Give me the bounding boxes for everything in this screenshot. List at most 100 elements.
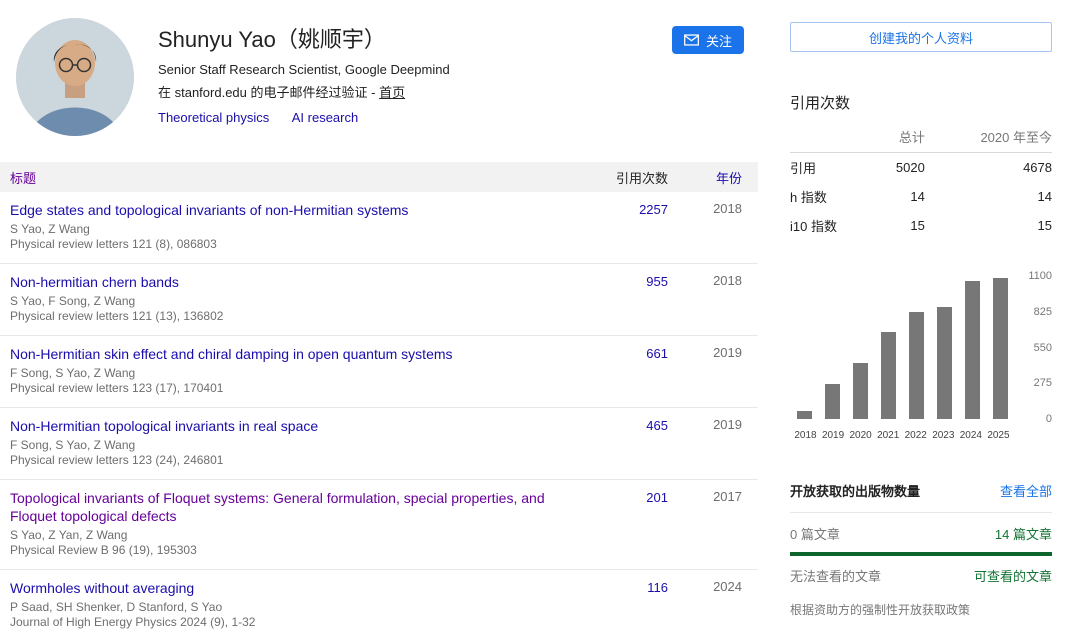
chart-bar-2023[interactable] [932,276,956,419]
article-title-link[interactable]: Non-Hermitian topological invariants in … [10,417,558,435]
article-title-link[interactable]: Non-Hermitian skin effect and chiral dam… [10,345,558,363]
view-all-link[interactable]: 查看全部 [1000,481,1052,500]
stats-i10-index-since: 15 [925,211,1052,240]
verified-email: 在 stanford.edu 的电子邮件经过验证 - 首页 [158,82,672,101]
cited-by-link[interactable]: 661 [646,346,668,361]
profile-header: Shunyu Yao（姚顺宇） Senior Staff Research Sc… [0,0,758,162]
article-year: 2017 [668,489,758,558]
cited-by-link[interactable]: 201 [646,490,668,505]
open-access-progress-fill [790,552,1052,556]
scholar-profile-page: Shunyu Yao（姚顺宇） Senior Staff Research Sc… [0,0,1080,640]
article-row: Topological invariants of Floquet system… [0,480,758,570]
articles-table-header: 标题 引用次数 年份 [0,162,758,192]
create-profile-button[interactable]: 创建我的个人资料 [790,22,1052,52]
interest-link-theoretical-physics[interactable]: Theoretical physics [158,110,269,125]
sort-by-title-header[interactable]: 标题 [0,168,558,187]
homepage-link[interactable]: 首页 [379,85,405,100]
article-authors: P Saad, SH Shenker, D Stanford, S Yao [10,600,558,615]
article-authors: F Song, S Yao, Z Wang [10,438,558,453]
cited-by-link[interactable]: 116 [647,580,668,595]
open-access-unavailable-label: 无法查看的文章 [790,566,881,585]
article-title-link[interactable]: Edge states and topological invariants o… [10,201,558,219]
stats-col-total: 总计 [873,121,924,153]
profile-affiliation: Senior Staff Research Scientist, Google … [158,62,672,77]
stats-label-h-index[interactable]: h 指数 [790,182,873,211]
chart-year-label: 2020 [847,430,874,441]
article-row: Non-Hermitian skin effect and chiral dam… [0,336,758,408]
follow-button[interactable]: 关注 [672,26,744,54]
stats-label-citations[interactable]: 引用 [790,153,873,183]
chart-bar-2024[interactable] [960,276,984,419]
stats-citations-total: 5020 [873,153,924,183]
cited-by-link[interactable]: 2257 [639,202,668,217]
profile-info: Shunyu Yao（姚顺宇） Senior Staff Research Sc… [158,18,672,136]
interests: Theoretical physics AI research [158,109,672,127]
citations-chart: 02755508251100 2018201920202021202220232… [790,276,1052,441]
citations-section-heading[interactable]: 引用次数 [790,92,1052,113]
open-access-heading: 开放获取的出版物数量 [790,481,920,500]
article-venue: Physical review letters 123 (17), 170401 [10,381,558,396]
article-authors: S Yao, Z Wang [10,222,558,237]
article-venue: Physical review letters 123 (24), 246801 [10,453,558,468]
article-venue: Physical review letters 121 (13), 136802 [10,309,558,324]
stats-h-index-since: 14 [925,182,1052,211]
chart-year-label: 2018 [792,430,819,441]
article-venue: Journal of High Energy Physics 2024 (9),… [10,615,558,630]
sort-by-year-header[interactable]: 年份 [668,168,758,187]
cited-by-link[interactable]: 465 [646,418,668,433]
chart-ytick-label: 825 [1034,306,1052,318]
stats-row-h-index: h 指数 14 14 [790,182,1052,211]
chart-yticks: 02755508251100 [1016,276,1052,419]
article-title-link[interactable]: Topological invariants of Floquet system… [10,489,558,525]
stats-empty-header [790,121,873,153]
cited-by-link[interactable]: 955 [646,274,668,289]
chart-year-label: 2025 [985,430,1012,441]
open-access-note: 根据资助方的强制性开放获取政策 [790,601,1052,618]
chart-year-label: 2023 [930,430,957,441]
sidebar: 创建我的个人资料 引用次数 总计 2020 年至今 引用 5020 4678 h… [790,0,1052,640]
article-row: Wormholes without averaging P Saad, SH S… [0,570,758,640]
interest-link-ai-research[interactable]: AI research [292,110,358,125]
open-access-section: 开放获取的出版物数量 查看全部 0 篇文章 14 篇文章 无法查看的文章 可查看… [790,481,1052,618]
chart-bar-2018[interactable] [792,276,816,419]
stats-row-citations: 引用 5020 4678 [790,153,1052,183]
article-year: 2018 [668,201,758,252]
chart-ytick-label: 550 [1034,342,1052,354]
article-year: 2018 [668,273,758,324]
chart-year-label: 2022 [902,430,929,441]
chart-xlabels: 20182019202020212022202320242025 [792,430,1012,441]
article-year: 2024 [668,579,758,630]
open-access-unavailable-count: 0 篇文章 [790,524,840,543]
article-authors: S Yao, F Song, Z Wang [10,294,558,309]
stats-citations-since: 4678 [925,153,1052,183]
article-title-link[interactable]: Wormholes without averaging [10,579,558,597]
article-row: Non-Hermitian topological invariants in … [0,408,758,480]
follow-button-label: 关注 [706,31,732,50]
chart-ytick-label: 1100 [1028,270,1052,282]
chart-bar-2022[interactable] [904,276,928,419]
chart-ytick-label: 0 [1046,413,1052,425]
sort-by-citations-header: 引用次数 [558,168,668,187]
avatar[interactable] [16,18,134,136]
chart-bar-2025[interactable] [988,276,1012,419]
open-access-available-count: 14 篇文章 [995,524,1052,543]
stats-row-i10-index: i10 指数 15 15 [790,211,1052,240]
article-venue: Physical review letters 121 (8), 086803 [10,237,558,252]
stats-col-since: 2020 年至今 [925,121,1052,153]
article-row: Non-hermitian chern bands S Yao, F Song,… [0,264,758,336]
profile-name: Shunyu Yao（姚顺宇） [158,22,672,54]
stats-label-i10-index[interactable]: i10 指数 [790,211,873,240]
chart-bar-2021[interactable] [876,276,900,419]
article-authors: S Yao, Z Yan, Z Wang [10,528,558,543]
article-year: 2019 [668,417,758,468]
chart-bar-2019[interactable] [820,276,844,419]
article-title-link[interactable]: Non-hermitian chern bands [10,273,558,291]
chart-bars [792,276,1012,419]
article-row: Edge states and topological invariants o… [0,192,758,264]
open-access-available-label: 可查看的文章 [974,566,1052,585]
chart-year-label: 2021 [875,430,902,441]
chart-bar-2020[interactable] [848,276,872,419]
chart-year-label: 2019 [820,430,847,441]
chart-year-label: 2024 [957,430,984,441]
avatar-photo-placeholder [16,18,134,136]
